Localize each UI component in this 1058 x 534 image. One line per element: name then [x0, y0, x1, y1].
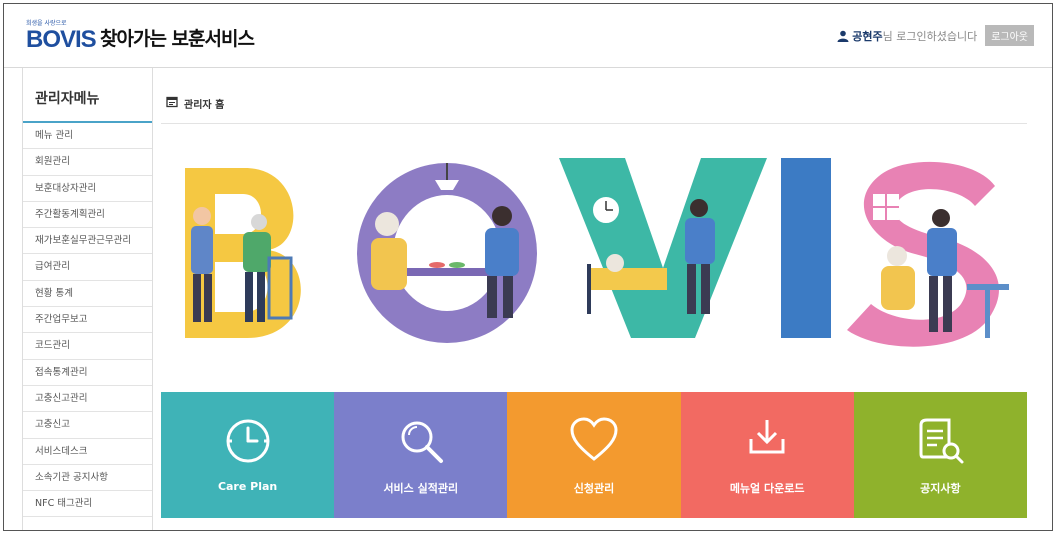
sidebar-menu: 메뉴 관리 회원관리 보훈대상자관리 주간활동계획관리 재가보훈실무관근무관리 …	[23, 123, 152, 518]
service-record-label: 서비스 실적관리	[383, 482, 459, 495]
bovis-banner-illustration	[185, 158, 1009, 347]
main-content: 관리자 홈 Care Plan 서비스 실적관리 신청관리 메뉴얼 다운로드 공…	[161, 68, 1027, 530]
breadcrumb: 관리자 홈	[161, 96, 1027, 124]
sidebar-item-nfc-tag[interactable]: NFC 태그관리	[23, 491, 152, 518]
sidebar: 관리자메뉴 메뉴 관리 회원관리 보훈대상자관리 주간활동계획관리 재가보훈실무…	[22, 68, 153, 530]
login-greeting: 님 로그인하셨습니다	[882, 29, 978, 43]
application-label: 신청관리	[573, 482, 615, 495]
banner-letter-o	[357, 163, 537, 343]
sidebar-item-agency-notice[interactable]: 소속기관 공지사항	[23, 465, 152, 492]
app-window: 희생을 사랑으로 BOVIS 찾아가는 보훈서비스 공현주 님 로그인하셨습니다…	[3, 3, 1053, 531]
sidebar-item-statistics[interactable]: 현황 통계	[23, 281, 152, 308]
user-info: 공현주 님 로그인하셨습니다 로그아웃	[837, 25, 1034, 46]
logo[interactable]: 희생을 사랑으로 BOVIS	[26, 18, 97, 54]
heart-icon	[570, 417, 618, 461]
care-plan-tile[interactable]: Care Plan	[161, 392, 335, 518]
sidebar-title: 관리자메뉴	[23, 68, 152, 123]
sidebar-item-complaint[interactable]: 고충신고	[23, 412, 152, 439]
banner-letter-s	[847, 161, 1009, 347]
sidebar-item-menu-management[interactable]: 메뉴 관리	[23, 123, 152, 150]
sidebar-item-code-management[interactable]: 코드관리	[23, 333, 152, 360]
user-name: 공현주	[852, 29, 883, 43]
header: 희생을 사랑으로 BOVIS 찾아가는 보훈서비스 공현주 님 로그인하셨습니다…	[4, 4, 1052, 68]
logout-button[interactable]: 로그아웃	[985, 25, 1034, 46]
home-icon	[166, 96, 178, 108]
banner-letter-i	[781, 158, 831, 338]
clock-icon	[226, 419, 270, 463]
banner-letter-v	[559, 158, 767, 338]
manual-download-tile[interactable]: 메뉴얼 다운로드	[680, 392, 854, 518]
sidebar-item-weekly-report[interactable]: 주간업무보고	[23, 307, 152, 334]
notice-icon	[919, 418, 964, 464]
sidebar-item-service-desk[interactable]: 서비스데스크	[23, 439, 152, 465]
app-title: 찾아가는 보훈서비스	[100, 28, 255, 50]
sidebar-item-complaint-management[interactable]: 고충신고관리	[23, 386, 152, 413]
download-icon	[749, 420, 785, 454]
application-tile[interactable]: 신청관리	[507, 392, 681, 518]
quick-menu-tiles: Care Plan 서비스 실적관리 신청관리 메뉴얼 다운로드 공지사항	[161, 392, 1027, 518]
care-plan-label: Care Plan	[217, 480, 278, 493]
sidebar-item-veteran-management[interactable]: 보훈대상자관리	[23, 176, 152, 202]
sidebar-item-member-management[interactable]: 회원관리	[23, 149, 152, 176]
notice-tile[interactable]: 공지사항	[853, 392, 1027, 518]
sidebar-item-caregiver-attendance[interactable]: 재가보훈실무관근무관리	[23, 228, 152, 255]
notice-label: 공지사항	[920, 482, 961, 495]
manual-download-label: 메뉴얼 다운로드	[729, 482, 805, 495]
banner-letter-b	[185, 168, 301, 338]
sidebar-item-salary[interactable]: 급여관리	[23, 254, 152, 281]
search-icon	[401, 421, 443, 463]
user-icon	[837, 30, 849, 42]
logo-text: BOVIS	[26, 26, 97, 53]
sidebar-item-access-stats[interactable]: 접속통계관리	[23, 360, 152, 386]
breadcrumb-label: 관리자 홈	[184, 100, 225, 111]
sidebar-item-weekly-plan[interactable]: 주간활동계획관리	[23, 202, 152, 229]
service-record-tile[interactable]: 서비스 실적관리	[334, 392, 508, 518]
